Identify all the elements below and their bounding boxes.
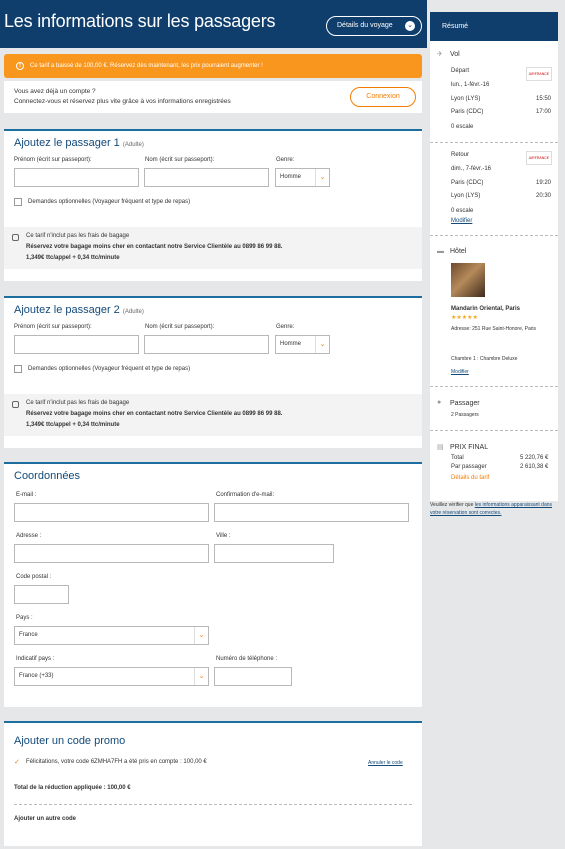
info-icon: ! — [16, 62, 24, 70]
address-label: Adresse : — [16, 533, 42, 539]
contact-card: Coordonnées E-mail : Confirmation d'e-ma… — [4, 462, 422, 707]
postal-code-input[interactable] — [14, 585, 69, 604]
optional-requests-checkbox[interactable] — [14, 365, 22, 373]
first-name-label: Prénom (écrit sur passeport): — [14, 324, 92, 330]
address-input[interactable] — [14, 544, 209, 563]
airline-logo: AIRFRANCE — [526, 151, 552, 165]
plane-icon: ✈ — [437, 51, 443, 58]
phone-label: Numéro de téléphone : — [216, 656, 278, 662]
last-name-label: Nom (écrit sur passeport): — [145, 324, 215, 330]
gender-select[interactable]: Homme ⌄ — [275, 168, 330, 187]
price-per-passenger: 2 610,38 € — [520, 464, 549, 470]
baggage-info: Ce tarif n'inclut pas les frais de bagag… — [4, 227, 422, 269]
first-name-label: Prénom (écrit sur passeport): — [14, 157, 92, 163]
luggage-icon — [12, 234, 19, 241]
account-text: Connectez-vous et réservez plus vite grâ… — [14, 98, 231, 105]
price-label: PRIX FINAL — [450, 444, 489, 451]
fare-details-link[interactable]: Détails du tarif — [451, 475, 489, 481]
last-name-label: Nom (écrit sur passeport): — [145, 157, 215, 163]
first-name-input[interactable] — [14, 168, 139, 187]
first-name-input[interactable] — [14, 335, 139, 354]
luggage-icon — [12, 401, 19, 408]
modify-hotel-link[interactable]: Modifier — [451, 369, 469, 375]
account-login-box: Vous avez déjà un compte ? Connectez-vou… — [4, 81, 422, 113]
trip-details-button[interactable]: Détails du voyage ⌄ — [326, 16, 422, 36]
email-input[interactable] — [14, 503, 209, 522]
city-input[interactable] — [214, 544, 334, 563]
page-title: Les informations sur les passagers — [4, 11, 276, 31]
country-select[interactable]: France ⌄ — [14, 626, 209, 645]
contact-title: Coordonnées — [14, 470, 81, 482]
person-icon: ● — [437, 399, 442, 406]
verify-note: Veuillez vérifier que les informations a… — [430, 502, 553, 516]
optional-requests-label: Demandes optionnelles (Voyageur fréquent… — [28, 199, 191, 205]
divider — [14, 804, 412, 805]
hotel-label: Hôtel — [450, 248, 467, 255]
email-confirm-input[interactable] — [214, 503, 409, 522]
alert-text: Ce tarif a baissé de 100,00 €. Réservez … — [30, 63, 263, 69]
hotel-icon: ▬ — [437, 248, 444, 255]
baggage-info: Ce tarif n'inclut pas les frais de bagag… — [4, 394, 422, 436]
gender-label: Genre: — [276, 157, 295, 163]
passenger-label: Passager — [450, 400, 480, 407]
email-label: E-mail : — [16, 492, 37, 498]
hotel-stars: ★★★★★ — [451, 315, 478, 321]
login-button[interactable]: Connexion — [350, 87, 416, 107]
add-another-code[interactable]: Ajouter un autre code — [14, 816, 76, 822]
discount-total: Total de la réduction appliquée : 100,00… — [14, 785, 131, 791]
check-icon: ✓ — [14, 759, 20, 766]
chevron-down-icon: ⌄ — [194, 627, 208, 644]
passenger-1-card: Ajoutez le passager 1 (Adulte) Prénom (é… — [4, 129, 422, 281]
gender-select[interactable]: Homme ⌄ — [275, 335, 330, 354]
optional-requests-label: Demandes optionnelles (Voyageur fréquent… — [28, 366, 191, 372]
passenger-2-title: Ajoutez le passager 2 (Adulte) — [14, 304, 144, 316]
passenger-2-card: Ajoutez le passager 2 (Adulte) Prénom (é… — [4, 296, 422, 448]
modify-flight-link[interactable]: Modifier — [451, 218, 472, 224]
country-label: Pays : — [16, 615, 33, 621]
gender-label: Genre: — [276, 324, 295, 330]
account-question: Vous avez déjà un compte ? — [14, 88, 96, 95]
email-confirm-label: Confirmation d'e-mail: — [216, 492, 275, 498]
chevron-down-icon: ⌄ — [315, 336, 329, 353]
chevron-down-icon: ⌄ — [405, 21, 415, 31]
airline-logo: AIRFRANCE — [526, 67, 552, 81]
dial-code-select[interactable]: France (+33) ⌄ — [14, 667, 209, 686]
phone-input[interactable] — [214, 667, 292, 686]
page-header: Les informations sur les passagers Détai… — [0, 0, 427, 48]
passenger-1-title: Ajoutez le passager 1 (Adulte) — [14, 137, 144, 149]
postal-code-label: Code postal : — [16, 574, 52, 580]
hotel-name: Mandarin Oriental, Paris — [451, 306, 521, 312]
flight-label: Vol — [450, 51, 460, 58]
promo-code-card: Ajouter un code promo ✓ Félicitations, v… — [4, 721, 422, 846]
dial-code-label: Indicatif pays : — [16, 656, 55, 662]
promo-success-text: Félicitations, votre code 6ZMHA7FH a été… — [26, 759, 207, 765]
last-name-input[interactable] — [144, 335, 269, 354]
last-name-input[interactable] — [144, 168, 269, 187]
hotel-photo[interactable] — [451, 263, 485, 297]
promo-title: Ajouter un code promo — [14, 735, 126, 747]
summary-header: Résumé — [430, 12, 558, 41]
total-price: 5 220,76 € — [520, 455, 549, 461]
cancel-code-link[interactable]: Annuler le code — [368, 760, 403, 766]
optional-requests-checkbox[interactable] — [14, 198, 22, 206]
chevron-down-icon: ⌄ — [194, 668, 208, 685]
price-icon: ▤ — [437, 444, 444, 451]
summary-sidebar: Résumé ✈ Vol Départ AIRFRANCE lun., 1-fé… — [430, 12, 558, 501]
price-drop-alert: ! Ce tarif a baissé de 100,00 €. Réserve… — [4, 54, 422, 78]
chevron-down-icon: ⌄ — [315, 169, 329, 186]
city-label: Ville : — [216, 533, 231, 539]
